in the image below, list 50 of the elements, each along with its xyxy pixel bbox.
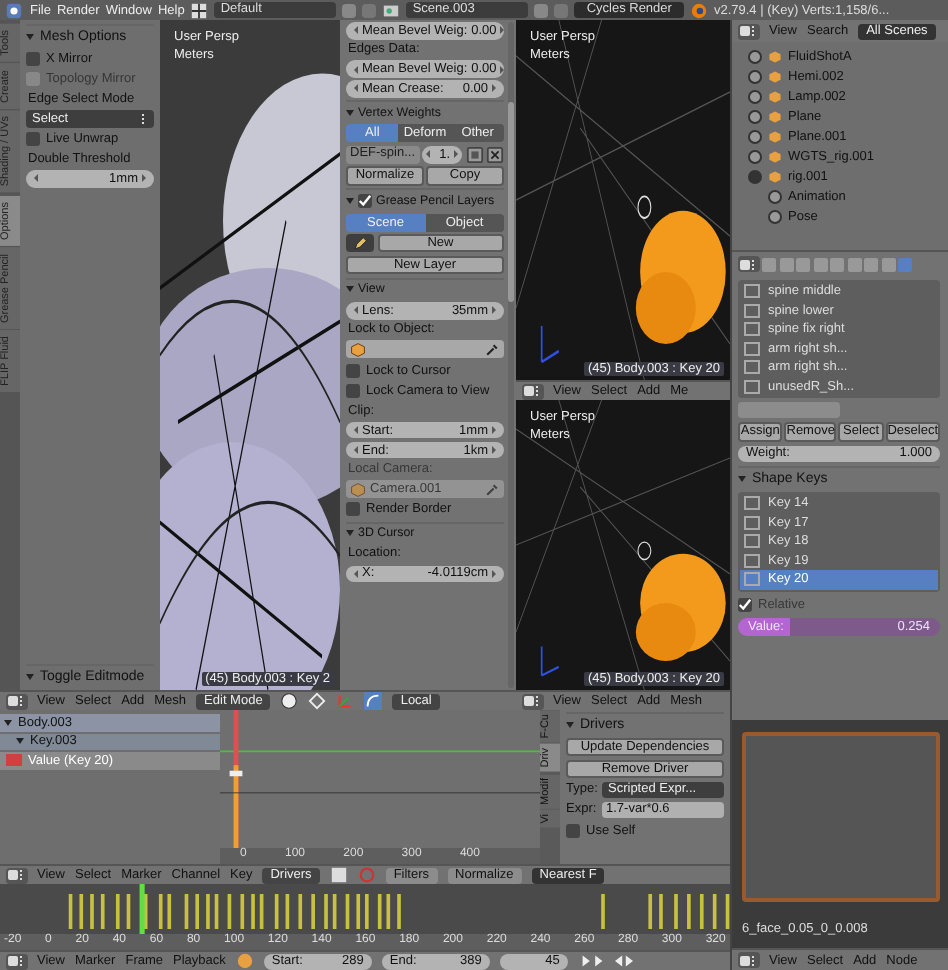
expand-icon[interactable] (768, 209, 782, 223)
disclosure-triangle-icon[interactable] (16, 738, 24, 745)
copy-icon[interactable] (465, 145, 483, 164)
cube-icon (350, 481, 366, 498)
expand-icon[interactable] (748, 69, 762, 83)
checkbox[interactable] (346, 502, 360, 517)
pencil-button[interactable] (346, 233, 374, 253)
expand-icon[interactable] (768, 189, 782, 203)
search-field[interactable] (738, 402, 839, 418)
pencil-icon (352, 235, 368, 252)
disclosure-triangle-icon[interactable] (738, 475, 746, 481)
disclosure-triangle-icon[interactable] (346, 109, 354, 116)
view-3d-icon[interactable] (522, 693, 543, 709)
expand-icon[interactable] (748, 149, 762, 163)
rotate-icon[interactable] (364, 692, 383, 710)
disclosure-triangle-icon[interactable] (26, 33, 34, 39)
checkbox[interactable] (346, 363, 360, 378)
view-3d-icon[interactable] (522, 383, 543, 399)
outliner-icon[interactable] (738, 23, 759, 39)
expand-icon[interactable] (748, 49, 762, 63)
checkbox[interactable] (346, 384, 360, 399)
node-editor-icon[interactable] (738, 952, 759, 968)
expand-icon[interactable] (748, 89, 762, 103)
disclosure-triangle-icon[interactable] (4, 719, 12, 726)
cube-icon (350, 341, 366, 358)
view-3d-icon[interactable] (6, 693, 27, 709)
expand-icon[interactable] (748, 169, 762, 183)
object-field[interactable] (346, 340, 504, 359)
disclosure-triangle-icon[interactable] (346, 530, 354, 537)
expand-icon[interactable] (748, 129, 762, 143)
properties-icon[interactable] (738, 256, 759, 272)
editor-type-icon[interactable] (4, 1, 24, 19)
layout-icon[interactable] (190, 1, 209, 19)
graph-editor-icon[interactable] (6, 867, 27, 883)
expand-icon[interactable] (748, 109, 762, 123)
timeline-icon[interactable] (6, 953, 27, 969)
pivot-icon[interactable] (308, 692, 327, 710)
checkbox[interactable] (738, 597, 752, 611)
logo-icon (689, 1, 708, 19)
checkbox[interactable] (26, 132, 40, 146)
scene-icon[interactable] (382, 1, 401, 19)
record-icon[interactable] (235, 952, 254, 970)
node-frame[interactable] (742, 732, 940, 902)
playback-controls-icon[interactable] (577, 952, 634, 970)
checkbox[interactable] (566, 823, 580, 837)
disclosure-triangle-icon[interactable] (346, 286, 354, 293)
checkbox[interactable] (358, 193, 372, 208)
eyedropper-icon[interactable] (484, 341, 500, 358)
shading-icon[interactable] (280, 692, 299, 710)
checkbox[interactable] (26, 51, 40, 65)
